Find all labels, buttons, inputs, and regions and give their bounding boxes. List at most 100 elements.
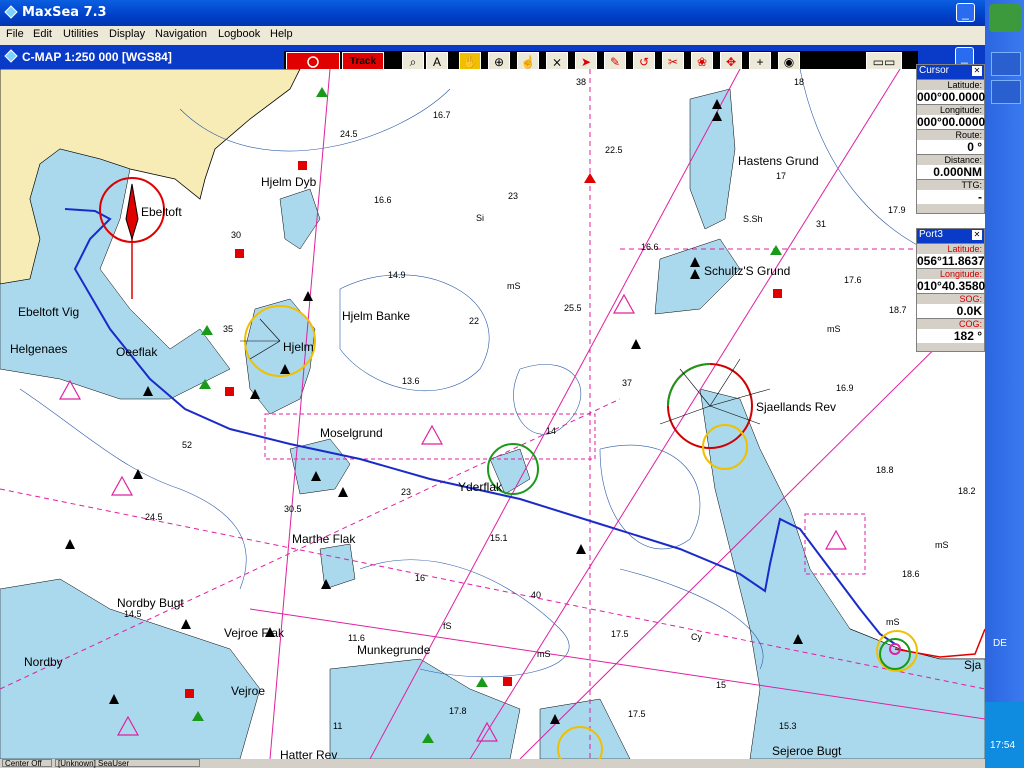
user-status: [Unknown] SeaUser	[55, 759, 200, 768]
taskbar-app-button[interactable]	[991, 52, 1021, 76]
depth-sounding: 18.8	[876, 465, 894, 475]
place-label: Nordby Bugt	[117, 596, 184, 610]
depth-sounding: 25.5	[564, 303, 582, 313]
longitude-value: 010°40.3580	[917, 279, 986, 293]
depth-sounding: 22.5	[605, 145, 623, 155]
place-label: Ebeltoft	[141, 205, 182, 219]
depth-sounding: 17.8	[449, 706, 467, 716]
shallow-area	[329, 658, 521, 759]
menu-logbook[interactable]: Logbook	[218, 28, 260, 40]
cursor-panel-title: Cursor ✕	[917, 65, 984, 79]
depth-contour	[513, 364, 581, 435]
menu-utilities[interactable]: Utilities	[63, 28, 98, 40]
depth-sounding: mS	[827, 324, 841, 334]
menu-navigation[interactable]: Navigation	[155, 28, 207, 40]
depth-sounding: 18.6	[902, 569, 920, 579]
longitude-label: Longitude:	[917, 268, 984, 279]
place-label: Munkegrunde	[357, 643, 431, 657]
depth-sounding: 11.6	[348, 633, 365, 643]
depth-sounding: 52	[182, 440, 193, 450]
nautical-chart[interactable]: Hjelm Dyb Ebeltoft Hastens Grund Ebeltof…	[0, 69, 985, 759]
depth-sounding: 30	[231, 230, 242, 240]
place-label: Hatter Rev	[280, 748, 338, 759]
depth-sounding: 18	[794, 77, 805, 87]
boat-icon	[125, 183, 139, 241]
maxsea-logo-icon	[4, 5, 18, 19]
depth-sounding: 22	[469, 316, 480, 326]
shallow-area	[539, 698, 631, 759]
clock[interactable]: 17:54	[990, 740, 1015, 751]
menu-edit[interactable]: Edit	[33, 28, 52, 40]
port-panel-title-text: Port3	[919, 229, 943, 240]
depth-sounding: 38	[576, 77, 587, 87]
latitude-label: Latitude:	[917, 243, 984, 254]
place-label: Nordby	[24, 655, 63, 669]
route-label: Route:	[917, 129, 984, 140]
status-bar: Center Off [Unknown] SeaUser	[0, 759, 985, 768]
depth-sounding: 30.5	[284, 504, 302, 514]
place-label: Moselgrund	[320, 426, 383, 440]
depth-sounding: 35	[223, 324, 234, 334]
port-panel-title: Port3 ✕	[917, 229, 984, 243]
place-label: Ebeltoft Vig	[18, 305, 80, 319]
system-tray: 17:54	[985, 702, 1024, 768]
place-label: Yderflak	[458, 480, 503, 494]
place-label: Hjelm	[283, 340, 314, 354]
menu-display[interactable]: Display	[109, 28, 145, 40]
depth-sounding: Si	[476, 213, 485, 223]
depth-sounding: fS	[443, 621, 452, 631]
center-toggle[interactable]: Center Off	[2, 759, 52, 768]
close-icon[interactable]: ✕	[972, 230, 982, 240]
distance-label: Distance:	[917, 154, 984, 165]
depth-sounding: 18.7	[889, 305, 907, 315]
place-label: Marthe Flak	[292, 532, 356, 546]
depth-sounding: S.Sh	[743, 214, 763, 224]
depth-sounding: 13.6	[402, 376, 420, 386]
place-label: Hjelm Dyb	[261, 175, 317, 189]
chart-title: C-MAP 1:250 000 [WGS84]	[22, 50, 172, 64]
light-rays	[240, 318, 771, 425]
start-button[interactable]	[989, 4, 1021, 32]
latitude-value: 056°11.8637	[917, 254, 985, 268]
taskbar-app-button[interactable]	[991, 80, 1021, 104]
shallow-area	[689, 88, 736, 230]
minimize-button[interactable]: _	[956, 3, 975, 22]
menu-help[interactable]: Help	[270, 28, 293, 40]
depth-sounding: 23	[508, 191, 519, 201]
depth-sounding: mS	[507, 281, 521, 291]
depth-sounding: 15	[716, 680, 727, 690]
ttg-label: TTG:	[917, 179, 984, 190]
depth-sounding: 40	[531, 590, 542, 600]
language-indicator[interactable]: DE	[993, 638, 1007, 649]
depth-sounding: 23	[401, 487, 412, 497]
menu-file[interactable]: File	[6, 28, 24, 40]
latitude-value: 000°00.0000	[917, 90, 986, 104]
depth-sounding: 11	[333, 721, 343, 731]
place-label: Hastens Grund	[738, 154, 819, 168]
place-label: Vejroe Flak	[224, 626, 285, 640]
depth-sounding: 16.7	[433, 110, 451, 120]
close-icon[interactable]: ✕	[972, 66, 982, 76]
place-label: Sjaellands Rev	[756, 400, 837, 414]
depth-sounding: 16.6	[374, 195, 392, 205]
place-label: Schultz'S Grund	[704, 264, 791, 278]
depth-contour	[339, 274, 490, 392]
depth-contour	[359, 559, 570, 678]
depth-sounding: 17	[776, 171, 787, 181]
depth-sounding: 31	[816, 219, 827, 229]
distance-value: 0.000NM	[917, 165, 984, 179]
sog-label: SOG:	[917, 293, 984, 304]
depth-sounding: 24.5	[145, 512, 163, 522]
cog-label: COG:	[917, 318, 984, 329]
route-value: 0 °	[917, 140, 984, 154]
depth-sounding: 16.9	[836, 383, 854, 393]
place-label: Helgenaes	[10, 342, 68, 356]
place-label: Oeeflak	[116, 345, 158, 359]
place-label: Sejeroe Bugt	[772, 744, 842, 758]
depth-sounding: 24.5	[340, 129, 358, 139]
depth-sounding: mS	[886, 617, 900, 627]
depth-sounding: 14.9	[388, 270, 406, 280]
cog-value: 182 °	[917, 329, 984, 343]
port-panel: Port3 ✕ Latitude: 056°11.8637 Longitude: …	[916, 228, 985, 352]
taskbar: DE 17:54	[985, 0, 1024, 768]
